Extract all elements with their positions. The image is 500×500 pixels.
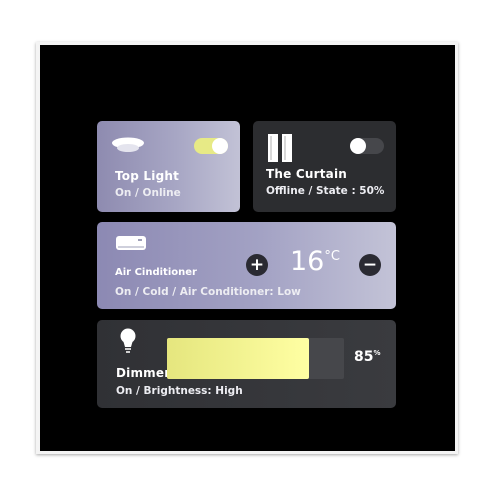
top-light-title: Top Light	[115, 169, 180, 183]
air-conditioner-title: Air Cinditioner	[115, 267, 197, 278]
curtain-title: The Curtain	[266, 167, 348, 181]
toggle-knob	[212, 138, 228, 154]
dimmer-status: On / Brightness: High	[116, 385, 243, 397]
curtain-toggle[interactable]	[350, 138, 384, 154]
brightness-slider[interactable]	[167, 338, 344, 379]
top-light-status: On / Online	[115, 187, 181, 199]
brightness-readout: 85%	[354, 349, 381, 365]
air-conditioner-card[interactable]: Air Cinditioner On / Cold / Air Conditio…	[97, 222, 396, 309]
temperature-decrease-button[interactable]: −	[359, 254, 381, 276]
curtain-card[interactable]: The Curtain Offline / State : 50%	[253, 121, 396, 212]
temperature-increase-button[interactable]: +	[246, 254, 268, 276]
brightness-value: 85	[354, 349, 374, 365]
light-bulb-icon	[120, 328, 136, 353]
curtain-status: Offline / State : 50%	[266, 185, 385, 197]
brightness-slider-fill	[167, 338, 309, 379]
air-conditioner-icon	[116, 236, 146, 250]
dimmer-card[interactable]: Dimmer On / Brightness: High 85%	[97, 320, 396, 408]
curtain-icon	[268, 134, 292, 162]
top-light-card[interactable]: Top Light On / Online	[97, 121, 240, 212]
air-conditioner-status: On / Cold / Air Conditioner: Low	[115, 286, 301, 298]
ceiling-lamp-icon	[112, 137, 144, 152]
temperature-readout: 16°C	[290, 246, 340, 277]
temperature-unit: °C	[324, 249, 340, 264]
brightness-unit: %	[373, 349, 381, 357]
temperature-value: 16	[290, 246, 325, 277]
dimmer-title: Dimmer	[116, 366, 171, 380]
top-light-toggle[interactable]	[194, 138, 228, 154]
toggle-knob	[350, 138, 366, 154]
